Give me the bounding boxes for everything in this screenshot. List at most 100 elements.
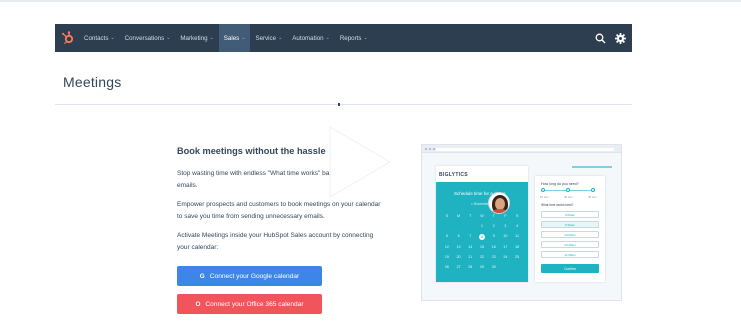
- time-slot: 11:00am: [541, 251, 599, 258]
- chevron-down-icon: ⌄: [209, 35, 214, 41]
- nav-item-contacts[interactable]: Contacts ⌄: [79, 24, 120, 52]
- calendar-day: 16: [491, 244, 496, 249]
- time-slot: 10:00am: [541, 231, 599, 238]
- top-border: [0, 0, 741, 2]
- calendar-day: 18: [515, 244, 520, 249]
- nav-item-conversations[interactable]: Conversations ⌄: [120, 24, 176, 52]
- calendar-day: 29: [479, 264, 484, 269]
- calendar-day: [464, 224, 476, 229]
- hubspot-logo-icon[interactable]: [57, 24, 79, 52]
- calendar-day: 6: [457, 234, 460, 238]
- chevron-down-icon: ⌄: [241, 35, 246, 41]
- nav-item-label: Reports: [339, 34, 362, 42]
- office-icon: O: [195, 300, 201, 308]
- calendar-panel: Schedule time for a demo < November > SM…: [436, 182, 528, 282]
- connect-google-calendar-button[interactable]: G Connect your Google calendar: [177, 266, 322, 286]
- calendar-day: 30: [491, 264, 496, 269]
- nav-item-service[interactable]: Service ⌄: [250, 24, 287, 52]
- calendar-day: 21: [468, 254, 473, 259]
- time-slot: 10:30am: [541, 241, 599, 248]
- calendar-day: 22: [479, 254, 484, 259]
- calendar-day: 15: [479, 244, 484, 249]
- nav-item-label: Marketing: [180, 34, 208, 42]
- calendar-day: [453, 224, 465, 229]
- chevron-down-icon: ⌄: [110, 35, 115, 41]
- calendar-day: M: [457, 214, 461, 218]
- calendar-day: 26: [444, 264, 449, 269]
- meetings-preview-illustration: BIGLYTICS Schedule time for a demo < Nov…: [421, 144, 622, 301]
- google-icon: G: [199, 272, 205, 280]
- booking-calendar-card: BIGLYTICS Schedule time for a demo < Nov…: [436, 166, 528, 282]
- calendar-day: 7: [469, 234, 472, 238]
- chevron-down-icon: ⌄: [166, 35, 171, 41]
- chevron-down-icon: ⌄: [278, 35, 283, 41]
- gear-icon[interactable]: [610, 24, 630, 52]
- calendar-day: 4: [516, 224, 519, 228]
- nav-item-label: Sales: [223, 34, 240, 42]
- duration-label: 30 min: [564, 195, 573, 199]
- nav-item-marketing[interactable]: Marketing ⌄: [175, 24, 218, 52]
- calendar-day: 10: [503, 234, 508, 238]
- browser-url-field: [436, 148, 614, 151]
- company-brand: BIGLYTICS: [439, 172, 468, 178]
- calendar-day: 17: [503, 244, 508, 249]
- calendar-day: 8: [478, 233, 485, 240]
- calendar-day: 5: [445, 234, 448, 238]
- calendar-day: 12: [444, 244, 449, 249]
- time-slot: 9:00am: [541, 211, 599, 218]
- header-divider: [55, 104, 632, 105]
- time-slot-selected: 9:30am: [541, 221, 599, 228]
- confirm-button: Confirm: [541, 264, 599, 273]
- calendar-day: 28: [468, 264, 473, 269]
- calendar-day: 25: [515, 254, 520, 259]
- duration-dot: [541, 188, 545, 192]
- calendar-day: 20: [456, 254, 461, 259]
- browser-dot: [433, 148, 435, 150]
- avatar: [488, 192, 510, 214]
- chevron-down-icon: ⌄: [325, 35, 330, 41]
- duration-dot: [591, 188, 595, 192]
- time-question: What time works best?: [541, 203, 574, 207]
- calendar-day: 13: [456, 244, 461, 249]
- calendar-day: [441, 224, 453, 229]
- calendar-day: T: [492, 214, 495, 218]
- nav-item-reports[interactable]: Reports ⌄: [335, 24, 373, 52]
- calendar-grid: S M T W T F S 1 2 3 4 5 6 7 8 9 10 11 12 13 14 15 16 17 18 19 20 21…: [441, 214, 523, 270]
- browser-dot: [425, 148, 427, 150]
- nav-item-label: Conversations: [124, 34, 165, 42]
- calendar-day: 14: [468, 244, 473, 249]
- calendar-day: 2: [492, 224, 495, 228]
- calendar-day: S: [445, 214, 449, 218]
- search-icon[interactable]: [590, 24, 610, 52]
- calendar-day: 1: [480, 224, 483, 228]
- top-navigation: Contacts ⌄ Conversations ⌄ Marketing ⌄ Sales ⌄ S…: [55, 24, 632, 52]
- calendar-day: F: [504, 214, 507, 218]
- play-icon[interactable]: [326, 125, 392, 199]
- duration-label: 15 min: [540, 195, 549, 199]
- promo-paragraph-3: Activate Meetings inside your HubSpot Sa…: [177, 232, 374, 251]
- calendar-month: < November >: [470, 202, 494, 206]
- calendar-day: T: [469, 214, 472, 218]
- chevron-down-icon: ⌄: [363, 35, 368, 41]
- nav-item-sales[interactable]: Sales ⌄: [218, 24, 251, 52]
- duration-dot: [566, 188, 570, 192]
- preview-link-line: [572, 166, 612, 168]
- duration-question: How long do you need?: [541, 182, 579, 186]
- browser-dot: [429, 148, 431, 150]
- calendar-day: S: [515, 214, 519, 218]
- nav-item-label: Contacts: [84, 34, 109, 42]
- browser-bar: [422, 145, 621, 153]
- nav-item-label: Service: [255, 34, 277, 42]
- nav-item-automation[interactable]: Automation ⌄: [287, 24, 335, 52]
- calendar-day: W: [480, 214, 484, 218]
- calendar-day: 23: [491, 254, 496, 259]
- divider-marker: [338, 103, 340, 106]
- connect-google-label: Connect your Google calendar: [209, 272, 300, 280]
- nav-item-label: Automation: [292, 34, 324, 42]
- connect-office365-calendar-button[interactable]: O Connect your Office 365 calendar: [177, 294, 322, 314]
- calendar-day: 3: [504, 224, 507, 228]
- calendar-day: [511, 265, 523, 270]
- page-title: Meetings: [63, 74, 122, 90]
- time-selection-card: How long do you need? 15 min 30 min 45 m…: [535, 176, 605, 282]
- connect-office-label: Connect your Office 365 calendar: [205, 300, 304, 308]
